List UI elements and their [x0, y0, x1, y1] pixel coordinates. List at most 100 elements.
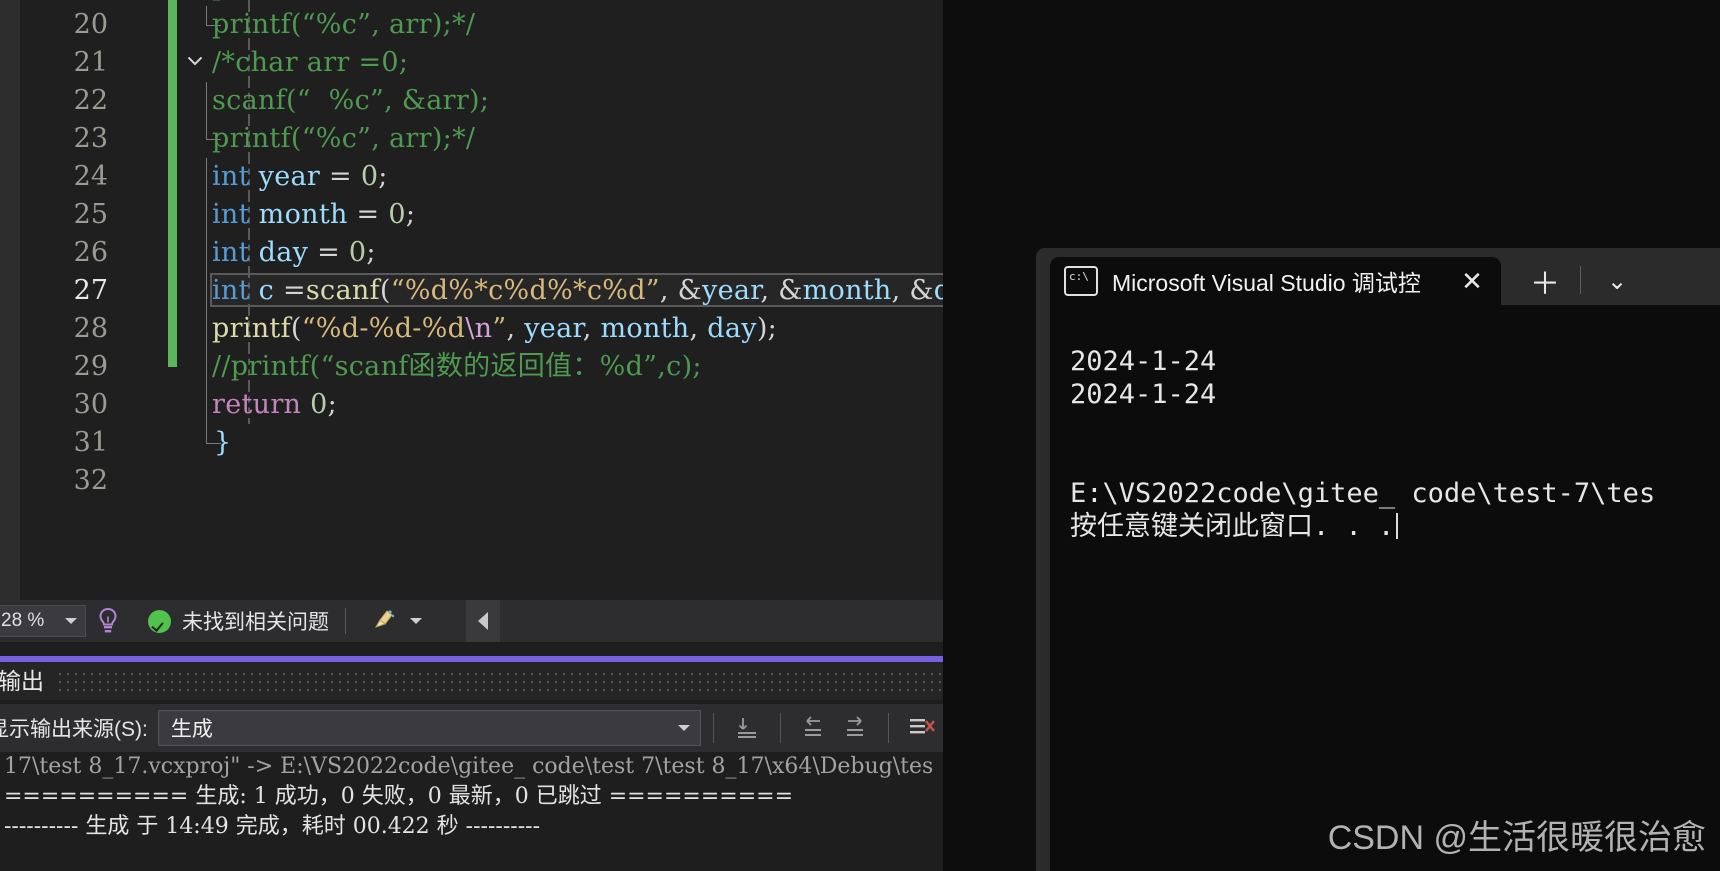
code-text: int year = 0;	[212, 161, 388, 192]
go-back-icon[interactable]	[793, 710, 835, 746]
tab-output[interactable]: 输出	[0, 662, 56, 700]
console-output[interactable]: 2024-1-24 2024-1-24 E:\VS2022code\gitee_…	[1050, 305, 1720, 871]
clear-all-icon[interactable]	[901, 710, 943, 746]
code-line-31[interactable]: 31 }	[20, 424, 943, 462]
close-icon[interactable]: ✕	[1451, 260, 1493, 302]
code-line-29[interactable]: 29 //printf(“scanf函数的返回值：%d”,c);	[20, 348, 943, 386]
code-text: printf(“%d-%d-%d\n”, year, month, day);	[212, 313, 778, 344]
code-line-25[interactable]: 25 int month = 0;	[20, 196, 943, 234]
console-line-with-cursor: 按任意键关闭此窗口. . .	[1070, 510, 1720, 543]
code-text: printf(“%c”, arr);*/	[212, 9, 476, 40]
text-cursor	[1396, 513, 1399, 539]
divider	[1580, 266, 1581, 294]
line-number: 24	[73, 161, 108, 192]
code-line-23[interactable]: 23 printf(“%c”, arr);*/	[20, 120, 943, 158]
line-number: 28	[73, 313, 108, 344]
line-number: 23	[73, 123, 108, 154]
line-number: 22	[73, 85, 108, 116]
change-bar	[168, 348, 177, 367]
code-line-26[interactable]: 26 int day = 0;	[20, 234, 943, 272]
output-source-value: 生成	[170, 718, 213, 741]
panel-drag-dots[interactable]	[56, 670, 943, 692]
line-number: 26	[73, 237, 108, 268]
chevron-down-icon	[677, 725, 690, 731]
console-tab-title: Microsoft Visual Studio 调试控	[1112, 270, 1421, 296]
console-tab[interactable]: Microsoft Visual Studio 调试控 ✕	[1050, 257, 1501, 305]
output-toolbar: 显示输出来源(S): 生成	[0, 704, 943, 752]
output-active-accent	[0, 656, 943, 662]
go-forward-icon[interactable]	[834, 710, 876, 746]
output-panel: 输出 显示输出来源(S): 生成 17\test 8_17.vcxproj" -…	[0, 642, 943, 871]
code-fold-line-icon	[206, 196, 207, 234]
output-text-area[interactable]: 17\test 8_17.vcxproj" -> E:\VS2022code\g…	[0, 752, 943, 871]
code-text: return 0;	[212, 389, 338, 420]
console-tab-strip: Microsoft Visual Studio 调试控 ✕ ＋ ⌄	[1036, 248, 1720, 305]
jump-to-output-icon[interactable]	[726, 710, 768, 746]
code-line-24[interactable]: 24 int year = 0;	[20, 158, 943, 196]
console-line: 2024-1-24	[1070, 346, 1217, 377]
zoom-level-value: 28 %	[1, 610, 45, 631]
code-text: int month = 0;	[212, 199, 416, 230]
issue-status[interactable]: 未找到相关问题	[148, 606, 329, 636]
code-fold-line-icon	[206, 272, 207, 310]
broom-icon[interactable]	[362, 605, 406, 637]
console-line: E:\VS2022code\gitee_ code\test-7\tes	[1070, 478, 1656, 509]
code-line-21[interactable]: 21 /*char arr =0;	[20, 44, 943, 82]
divider	[779, 713, 781, 743]
code-line-28[interactable]: 28 printf(“%d-%d-%d\n”, year, month, day…	[20, 310, 943, 348]
code-line-22[interactable]: 22 scanf(“ %c”, &arr);	[20, 82, 943, 120]
line-number: 32	[73, 465, 108, 496]
issue-status-label: 未找到相关问题	[182, 611, 329, 634]
code-fold-line-icon	[206, 348, 207, 386]
line-number: 27	[73, 275, 108, 306]
csdn-watermark: CSDN @生活很暖很治愈	[1327, 819, 1706, 857]
collapse-left-button[interactable]	[466, 600, 500, 642]
change-bar	[168, 196, 177, 234]
debug-console-window[interactable]: Microsoft Visual Studio 调试控 ✕ ＋ ⌄ 2024-1…	[1036, 248, 1720, 871]
new-tab-icon[interactable]: ＋	[1524, 260, 1566, 302]
change-bar	[168, 272, 177, 310]
chevron-down-icon[interactable]: ⌄	[1596, 260, 1638, 302]
divider	[888, 713, 890, 743]
code-text: int day = 0;	[212, 237, 376, 268]
output-source-label: 显示输出来源(S):	[0, 718, 148, 741]
output-source-dropdown[interactable]: 生成	[157, 710, 701, 746]
change-bar	[168, 82, 177, 120]
code-fold-line-icon	[206, 386, 207, 424]
code-text: int c =scanf(“%d%*c%d%*c%d”, &year, &mon…	[212, 275, 943, 306]
line-number: 30	[73, 389, 108, 420]
output-line: 17\test 8_17.vcxproj" -> E:\VS2022code\g…	[4, 754, 934, 779]
change-bar	[168, 310, 177, 348]
code-text: //printf(“scanf函数的返回值：%d”,c);	[212, 351, 702, 382]
line-number: 31	[73, 427, 108, 458]
code-fold-line-icon	[206, 82, 207, 120]
console-line: 2024-1-24	[1070, 379, 1217, 410]
zoom-level-dropdown[interactable]: 28 %	[0, 605, 86, 637]
line-number: 20	[73, 9, 108, 40]
check-circle-icon	[148, 609, 171, 633]
code-lines-container: 19 printf(“%c”, arr);*/ 20 printf(“%c”, …	[20, 0, 943, 500]
code-fold-line-icon	[206, 310, 207, 348]
code-editor[interactable]: 19 printf(“%c”, arr);*/ 20 printf(“%c”, …	[0, 0, 943, 600]
chevron-down-icon[interactable]	[187, 54, 203, 70]
code-line-27[interactable]: 27 int c =scanf(“%d%*c%d%*c%d”, &year, &…	[20, 272, 943, 310]
code-fold-line-icon	[206, 234, 207, 272]
code-fold-line-icon	[206, 158, 207, 196]
change-bar	[168, 6, 177, 44]
chevron-down-icon	[65, 618, 77, 624]
code-line-32[interactable]: 32	[20, 462, 943, 500]
lightbulb-icon[interactable]	[86, 605, 130, 637]
broom-chevron-down-icon[interactable]	[410, 618, 422, 624]
code-text: }	[214, 427, 232, 458]
change-bar	[168, 158, 177, 196]
console-line-text: 按任意键关闭此窗口. . .	[1070, 511, 1395, 542]
code-text: /*char arr =0;	[212, 47, 409, 78]
code-line-20[interactable]: 20 printf(“%c”, arr);*/	[20, 6, 943, 44]
editor-left-rail	[0, 0, 20, 600]
change-bar	[168, 44, 177, 82]
editor-status-bar: 28 % 未找到相关问题	[0, 600, 943, 642]
triangle-left-icon	[478, 612, 488, 630]
code-line-30[interactable]: 30 return 0;	[20, 386, 943, 424]
